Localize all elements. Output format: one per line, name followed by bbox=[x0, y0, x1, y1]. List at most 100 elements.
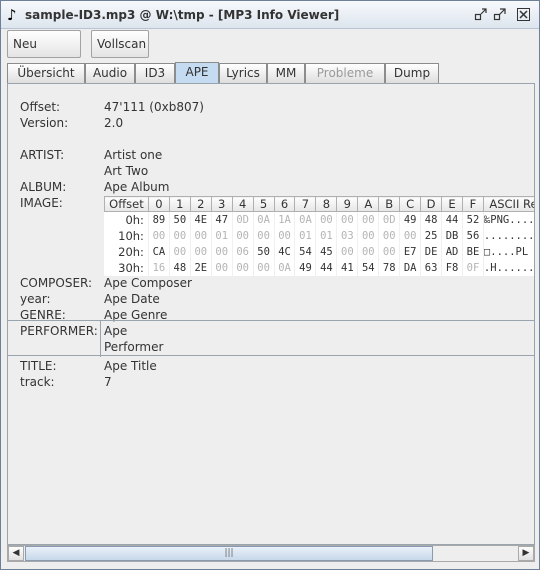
version-label: Version: bbox=[20, 116, 69, 130]
tab-id3[interactable]: ID3 bbox=[135, 63, 175, 84]
hex-byte-cell: 48 bbox=[420, 211, 443, 228]
hex-column-header: 0 bbox=[147, 196, 170, 212]
hex-byte-cell: 00 bbox=[148, 227, 170, 244]
hex-byte-cell: F8 bbox=[441, 259, 463, 276]
hex-column-header: 6 bbox=[273, 196, 296, 212]
hex-column-header: D bbox=[420, 196, 443, 212]
hex-header-row: Offset 0 1 2 3 4 5 6 7 8 9 A B C D E F ASCII Re bbox=[104, 196, 534, 212]
hex-column-header: 2 bbox=[189, 196, 212, 212]
performer-divider bbox=[100, 321, 101, 357]
hex-byte-cell: DB bbox=[441, 227, 463, 244]
music-note-icon: ♪ bbox=[7, 6, 17, 24]
tab-mm[interactable]: MM bbox=[267, 63, 305, 84]
hex-row-offset: 10h: bbox=[104, 227, 149, 244]
hex-byte-cell: 54 bbox=[294, 243, 317, 260]
tab-uebersicht[interactable]: Übersicht bbox=[7, 63, 85, 84]
hex-byte-cell: 00 bbox=[232, 227, 254, 244]
close-icon[interactable] bbox=[517, 8, 530, 21]
hex-byte-cell: 03 bbox=[336, 227, 359, 244]
hex-ascii-cell: □....PL bbox=[483, 243, 534, 260]
hex-byte-cell: 49 bbox=[294, 259, 317, 276]
hex-byte-cell: 0D bbox=[232, 211, 254, 228]
hex-column-header: A bbox=[357, 196, 380, 212]
hex-byte-cell: 00 bbox=[357, 243, 380, 260]
hex-byte-cell: CA bbox=[148, 243, 170, 260]
hex-byte-cell: 44 bbox=[315, 259, 338, 276]
tab-dump[interactable]: Dump bbox=[385, 63, 439, 84]
hex-byte-cell: AD bbox=[441, 243, 463, 260]
hex-byte-cell: 63 bbox=[420, 259, 443, 276]
hex-row-offset: 0h: bbox=[104, 211, 149, 228]
hex-byte-cell: 00 bbox=[169, 227, 191, 244]
hex-byte-cell: 06 bbox=[232, 243, 254, 260]
album-value: Ape Album bbox=[104, 180, 170, 194]
app-window: ♪ sample-ID3.mp3 @ W:\tmp - [MP3 Info Vi… bbox=[0, 0, 540, 570]
composer-value: Ape Composer bbox=[104, 276, 192, 290]
fullscan-button[interactable]: Vollscan bbox=[91, 30, 149, 58]
reload-button[interactable]: Neu Laden bbox=[7, 30, 81, 77]
performer-label: PERFORMER: bbox=[20, 324, 98, 338]
hex-byte-cell: 00 bbox=[399, 227, 422, 244]
hex-byte-cell: 00 bbox=[190, 243, 212, 260]
artist-value-1: Artist one bbox=[104, 148, 163, 162]
hex-column-header: 4 bbox=[231, 196, 254, 212]
hex-row[interactable]: 0h: 89 50 4E 47 0D 0A 1A 0A 00 00 00 0D 49 48 44 52 ‰PNG.… bbox=[104, 211, 534, 228]
title-bar[interactable]: ♪ sample-ID3.mp3 @ W:\tmp - [MP3 Info Vi… bbox=[1, 1, 539, 29]
hex-byte-cell: 00 bbox=[232, 259, 254, 276]
year-label: year: bbox=[20, 292, 51, 306]
hex-byte-cell: 00 bbox=[253, 227, 275, 244]
tab-audio[interactable]: Audio bbox=[85, 63, 135, 84]
tab-ape[interactable]: APE bbox=[175, 62, 219, 84]
hex-byte-cell: 00 bbox=[378, 227, 401, 244]
hex-row-offset: 30h: bbox=[104, 259, 149, 276]
ape-tag-panel: Offset: 47'111 (0xb807) Version: 2.0 ART… bbox=[7, 83, 535, 545]
hex-byte-cell: BE bbox=[462, 243, 484, 260]
hex-byte-cell: 0A bbox=[274, 259, 296, 276]
scroll-right-icon[interactable]: ▶ bbox=[518, 546, 534, 561]
scroll-thumb[interactable]: ||| bbox=[25, 546, 433, 561]
album-label: ALBUM: bbox=[20, 180, 67, 194]
hex-byte-cell: 0A bbox=[253, 211, 275, 228]
hex-byte-cell: 01 bbox=[315, 227, 338, 244]
track-label: track: bbox=[20, 375, 55, 389]
image-label: IMAGE: bbox=[20, 196, 63, 210]
title-value: Ape Title bbox=[104, 359, 157, 373]
hex-offset-header: Offset bbox=[104, 196, 149, 212]
maximize-icon[interactable] bbox=[493, 8, 506, 21]
hex-byte-cell: 0F bbox=[462, 259, 484, 276]
hex-byte-cell: 50 bbox=[169, 211, 191, 228]
offset-label: Offset: bbox=[20, 100, 61, 114]
track-value: 7 bbox=[104, 375, 112, 389]
hex-row[interactable]: 10h: 00 00 00 01 00 00 00 01 01 03 00 00 00 25 DB 56....… bbox=[104, 227, 534, 244]
hex-byte-cell: 00 bbox=[315, 211, 338, 228]
scroll-left-icon[interactable]: ◀ bbox=[8, 546, 24, 561]
hex-row[interactable]: 20h: CA 00 00 00 06 50 4C 54 45 00 00 00 E7 DE AD BE □...… bbox=[104, 243, 534, 260]
offset-value: 47'111 (0xb807) bbox=[104, 100, 204, 114]
hex-byte-cell: 25 bbox=[420, 227, 443, 244]
composer-label: COMPOSER: bbox=[20, 276, 93, 290]
hex-row[interactable]: 30h: 16 48 2E 00 00 00 0A 49 44 41 54 78 DA 63 F8 0F .H..… bbox=[104, 259, 534, 276]
performer-box: PERFORMER: Ape Performer bbox=[8, 320, 534, 357]
hex-byte-cell: 1A bbox=[274, 211, 296, 228]
hex-byte-cell: 16 bbox=[148, 259, 170, 276]
minimize-icon[interactable] bbox=[474, 8, 487, 21]
performer-value-2: Performer bbox=[104, 340, 164, 354]
hex-byte-cell: E7 bbox=[399, 243, 422, 260]
hex-byte-cell: 00 bbox=[190, 227, 212, 244]
hex-byte-cell: 00 bbox=[357, 211, 380, 228]
hex-byte-cell: 00 bbox=[169, 243, 191, 260]
hex-column-header: C bbox=[399, 196, 422, 212]
hex-column-header: F bbox=[461, 196, 484, 212]
hex-ascii-cell: .H...... bbox=[483, 259, 534, 276]
tab-lyrics[interactable]: Lyrics bbox=[219, 63, 267, 84]
horizontal-scrollbar[interactable]: ◀ ||| ▶ bbox=[7, 545, 535, 562]
artist-value-2: Art Two bbox=[104, 164, 149, 178]
hex-byte-cell: 47 bbox=[211, 211, 233, 228]
hex-byte-cell: 56 bbox=[462, 227, 484, 244]
hex-byte-cell: 01 bbox=[294, 227, 317, 244]
image-hex-table[interactable]: Offset 0 1 2 3 4 5 6 7 8 9 A B C D E F ASCII Re 0h: 89 50 4E… bbox=[104, 196, 534, 276]
hex-byte-cell: 44 bbox=[441, 211, 463, 228]
hex-ascii-cell: ‰PNG.... bbox=[483, 211, 534, 228]
hex-column-header: 5 bbox=[252, 196, 275, 212]
hex-byte-cell: 00 bbox=[336, 211, 359, 228]
